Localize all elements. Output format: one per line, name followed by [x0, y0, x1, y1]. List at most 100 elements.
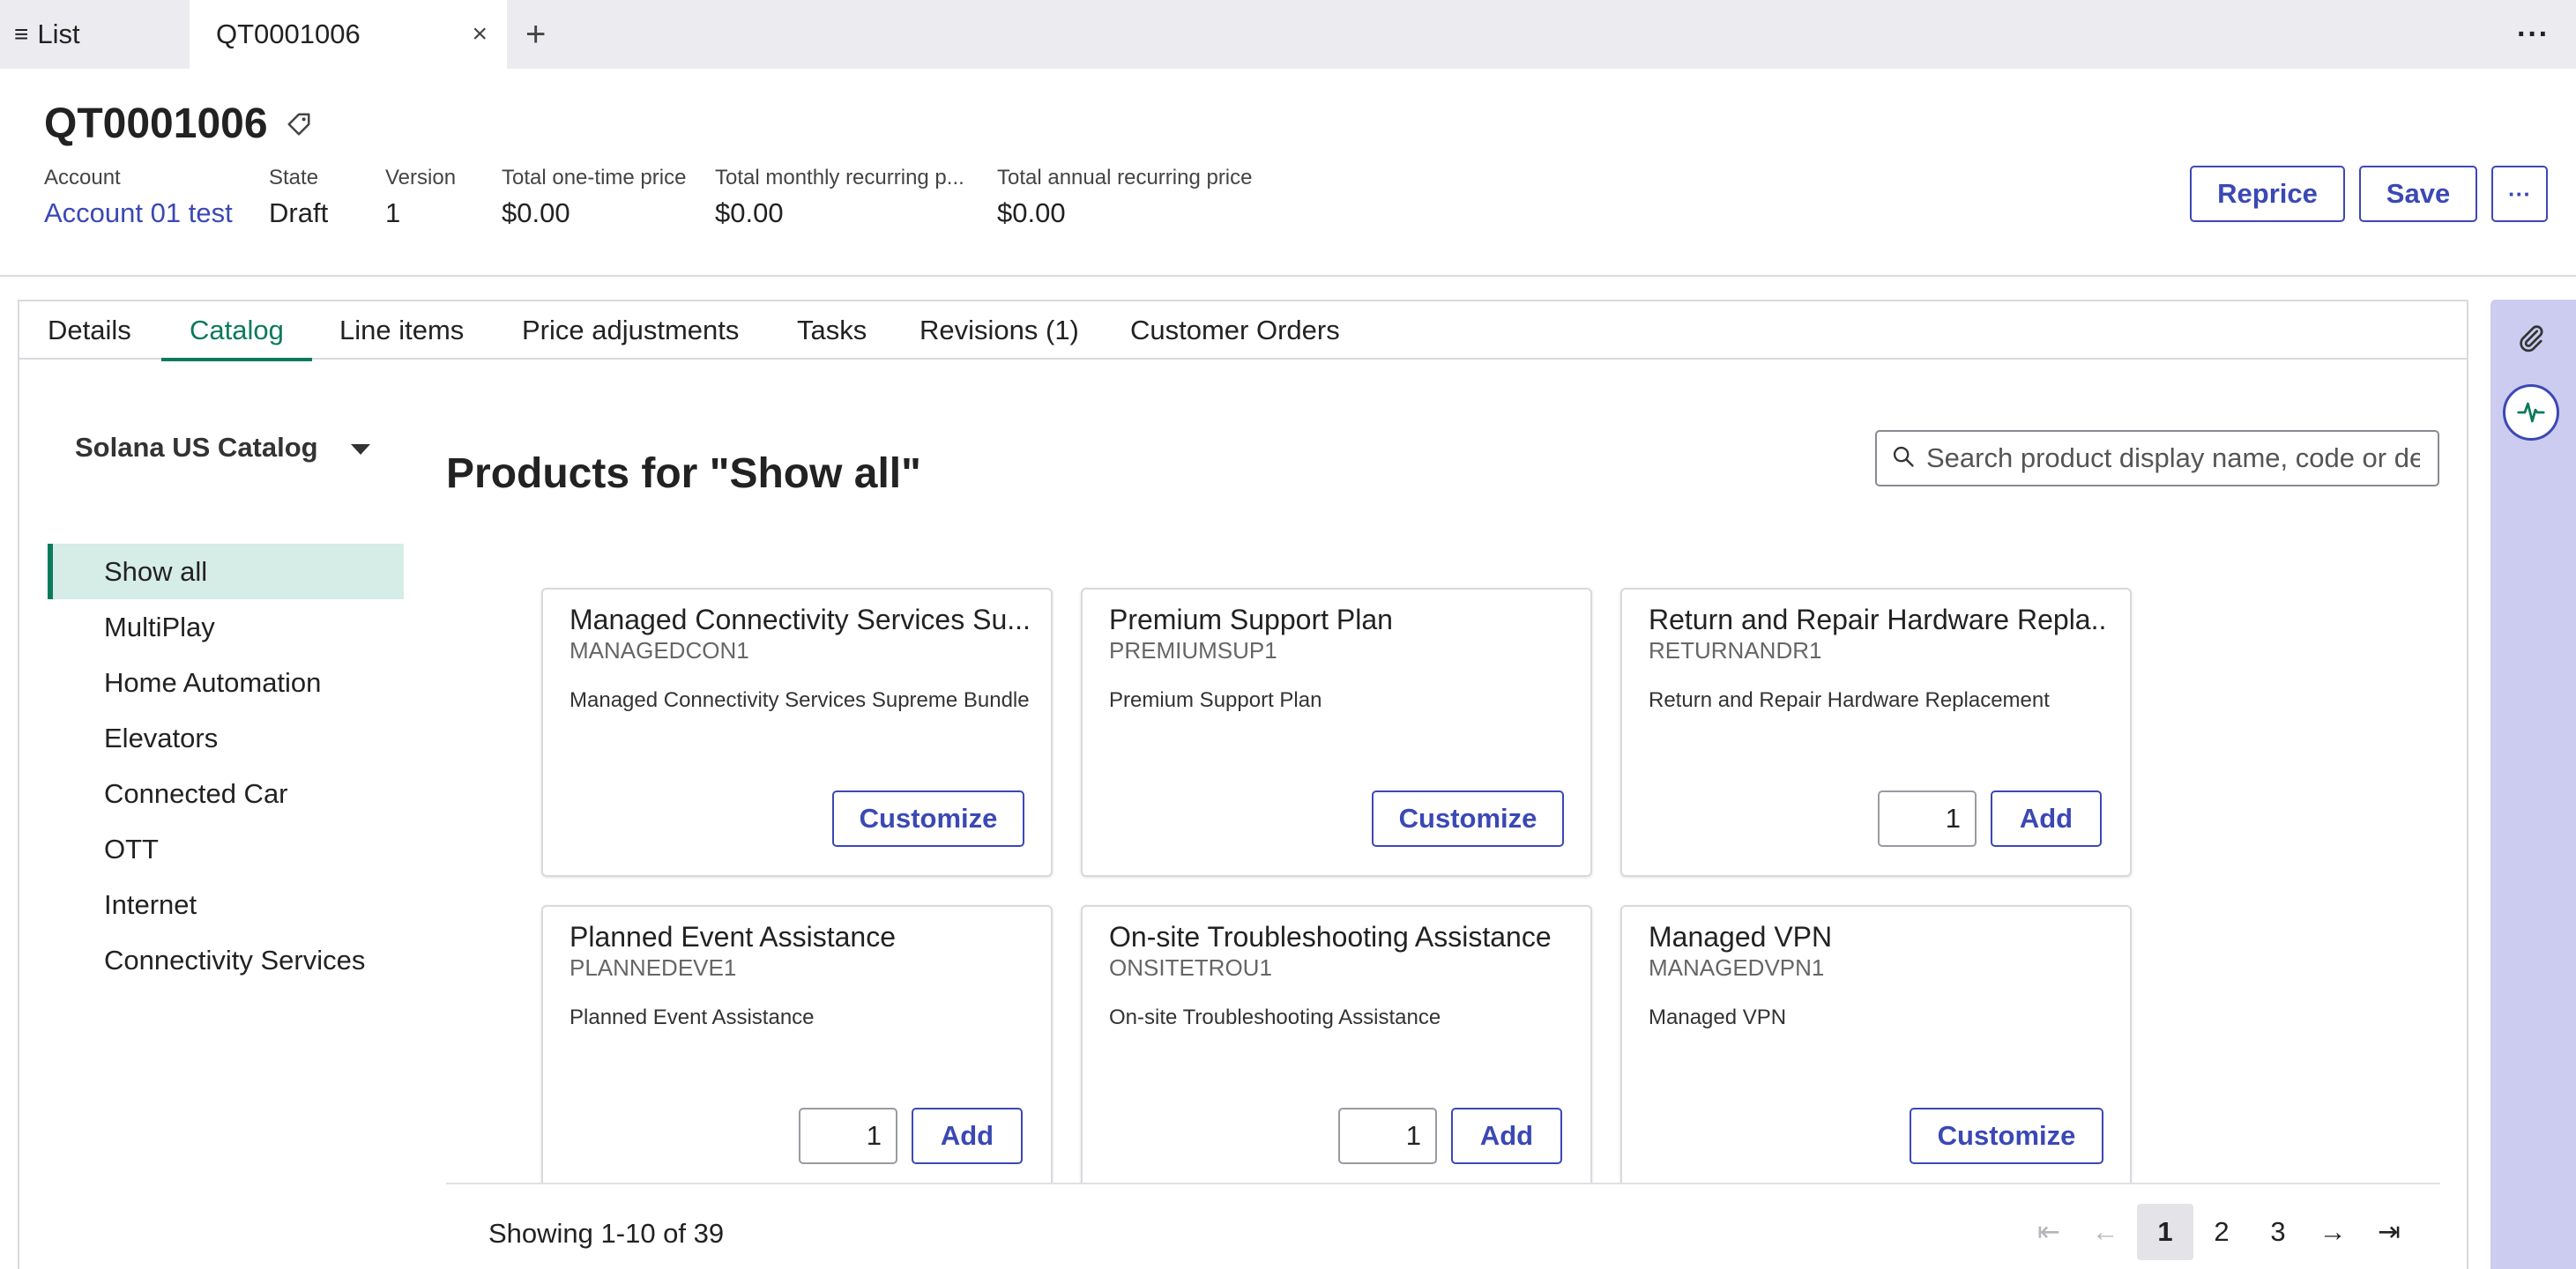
product-code: ONSITETROU1: [1109, 954, 1272, 981]
page-3-button[interactable]: 3: [2250, 1204, 2306, 1260]
page-title: QT0001006: [44, 100, 312, 148]
customize-button[interactable]: Customize: [1910, 1108, 2103, 1164]
close-icon[interactable]: ×: [472, 19, 488, 49]
quote-tab-label: QT0001006: [216, 19, 361, 49]
paperclip-icon[interactable]: [2515, 323, 2547, 359]
add-button[interactable]: Add: [1991, 790, 2102, 847]
category-item-internet[interactable]: Internet: [48, 877, 404, 932]
monthly-price-value: $0.00: [715, 197, 784, 228]
product-description: Planned Event Assistance: [570, 1006, 815, 1029]
one-time-price-value: $0.00: [502, 197, 570, 228]
catalog-dropdown[interactable]: Solana US Catalog: [75, 432, 318, 464]
monthly-price-label: Total monthly recurring p...: [715, 166, 964, 189]
quantity-input[interactable]: 1: [799, 1108, 897, 1164]
product-description: Return and Repair Hardware Replacement: [1649, 688, 2050, 712]
main-panel: Details Catalog Line items Price adjustm…: [18, 300, 2468, 1269]
tab-line-items[interactable]: Line items: [339, 301, 464, 360]
header-more-button[interactable]: ···: [2491, 166, 2548, 222]
add-tab-icon[interactable]: +: [525, 0, 546, 69]
first-page-icon[interactable]: ⇤: [2024, 1204, 2073, 1260]
state-label: State: [269, 166, 319, 189]
tab-details[interactable]: Details: [48, 301, 131, 360]
tag-icon[interactable]: [286, 111, 312, 137]
record-tabs: Details Catalog Line items Price adjustm…: [19, 301, 2467, 361]
product-name[interactable]: On-site Troubleshooting Assistance: [1109, 921, 1567, 954]
annual-price-field: Total annual recurring price $0.00: [997, 166, 1253, 229]
product-description: Managed Connectivity Services Supreme Bu…: [570, 688, 1030, 712]
tab-customer-orders[interactable]: Customer Orders: [1130, 301, 1340, 360]
quantity-input[interactable]: 1: [1338, 1108, 1437, 1164]
one-time-price-field: Total one-time price $0.00: [502, 166, 686, 229]
category-item-show-all[interactable]: Show all: [48, 544, 404, 599]
product-code: RETURNANDR1: [1649, 637, 1822, 664]
save-button[interactable]: Save: [2359, 166, 2477, 222]
product-code: MANAGEDCON1: [570, 637, 749, 664]
category-item-multiplay[interactable]: MultiPlay: [48, 599, 404, 655]
utility-rail: [2490, 300, 2576, 1269]
one-time-price-label: Total one-time price: [502, 166, 687, 189]
category-item-home-automation[interactable]: Home Automation: [48, 655, 404, 710]
last-page-icon[interactable]: ⇥: [2364, 1204, 2414, 1260]
list-tab[interactable]: ≡ List: [14, 0, 80, 69]
product-code: PREMIUMSUP1: [1109, 637, 1277, 664]
product-card: Planned Event Assistance PLANNEDEVE1 Pla…: [541, 905, 1053, 1205]
product-description: On-site Troubleshooting Assistance: [1109, 1006, 1441, 1029]
product-code: MANAGEDVPN1: [1649, 954, 1825, 981]
account-label: Account: [44, 166, 121, 189]
product-description: Managed VPN: [1649, 1006, 1787, 1029]
product-name[interactable]: Premium Support Plan: [1109, 604, 1567, 636]
state-value: Draft: [269, 197, 329, 228]
prev-page-icon[interactable]: ←: [2081, 1204, 2130, 1260]
quantity-input[interactable]: 1: [1878, 790, 1977, 847]
monthly-price-field: Total monthly recurring p... $0.00: [715, 166, 964, 229]
category-item-elevators[interactable]: Elevators: [48, 710, 404, 766]
version-field: Version 1: [385, 166, 456, 229]
product-name[interactable]: Return and Repair Hardware Repla...: [1649, 604, 2107, 636]
add-button[interactable]: Add: [1451, 1108, 1562, 1164]
customize-button[interactable]: Customize: [832, 790, 1024, 847]
activity-pulse-icon[interactable]: [2503, 384, 2559, 441]
tab-price-adjustments[interactable]: Price adjustments: [522, 301, 739, 360]
add-button[interactable]: Add: [912, 1108, 1023, 1164]
product-name[interactable]: Managed VPN: [1649, 921, 2107, 954]
account-field: Account Account 01 test: [44, 166, 233, 229]
annual-price-label: Total annual recurring price: [997, 166, 1253, 189]
products-heading: Products for "Show all": [446, 450, 921, 497]
next-page-icon[interactable]: →: [2308, 1204, 2357, 1260]
record-header: QT0001006 Account Account 01 test State …: [0, 69, 2576, 277]
product-card: On-site Troubleshooting Assistance ONSIT…: [1081, 905, 1592, 1205]
page-1-button[interactable]: 1: [2137, 1204, 2193, 1260]
search-input[interactable]: [1926, 442, 2420, 474]
version-value: 1: [385, 197, 401, 228]
product-description: Premium Support Plan: [1109, 688, 1322, 712]
annual-price-value: $0.00: [997, 197, 1066, 228]
quote-tab[interactable]: QT0001006 ×: [190, 0, 507, 69]
category-item-connectivity-services[interactable]: Connectivity Services: [48, 932, 404, 988]
product-code: PLANNEDEVE1: [570, 954, 737, 981]
category-item-ott[interactable]: OTT: [48, 821, 404, 877]
product-card: Premium Support Plan PREMIUMSUP1 Premium…: [1081, 588, 1592, 877]
tab-tasks[interactable]: Tasks: [797, 301, 867, 360]
product-card: Managed VPN MANAGEDVPN1 Managed VPN Cust…: [1620, 905, 2132, 1205]
customize-button[interactable]: Customize: [1372, 790, 1564, 847]
tab-catalog[interactable]: Catalog: [161, 301, 312, 361]
product-search[interactable]: [1875, 430, 2439, 486]
tab-bar: ≡ List QT0001006 × + ···: [0, 0, 2576, 69]
version-label: Version: [385, 166, 457, 189]
reprice-button[interactable]: Reprice: [2190, 166, 2345, 222]
category-list: Show all MultiPlay Home Automation Eleva…: [48, 544, 404, 988]
list-icon: ≡: [14, 20, 29, 48]
state-field: State Draft: [269, 166, 328, 229]
product-card: Managed Connectivity Services Su... MANA…: [541, 588, 1053, 877]
category-item-connected-car[interactable]: Connected Car: [48, 766, 404, 821]
chevron-down-icon[interactable]: [351, 444, 370, 455]
more-options-icon[interactable]: ···: [2517, 0, 2550, 69]
account-link[interactable]: Account 01 test: [44, 197, 233, 229]
product-name[interactable]: Planned Event Assistance: [570, 921, 1028, 954]
product-name[interactable]: Managed Connectivity Services Su...: [570, 604, 1028, 636]
tab-revisions[interactable]: Revisions (1): [919, 301, 1079, 360]
list-tab-label: List: [37, 19, 80, 49]
product-card: Return and Repair Hardware Repla... RETU…: [1620, 588, 2132, 877]
page-2-button[interactable]: 2: [2193, 1204, 2250, 1260]
search-icon: [1891, 444, 1916, 473]
